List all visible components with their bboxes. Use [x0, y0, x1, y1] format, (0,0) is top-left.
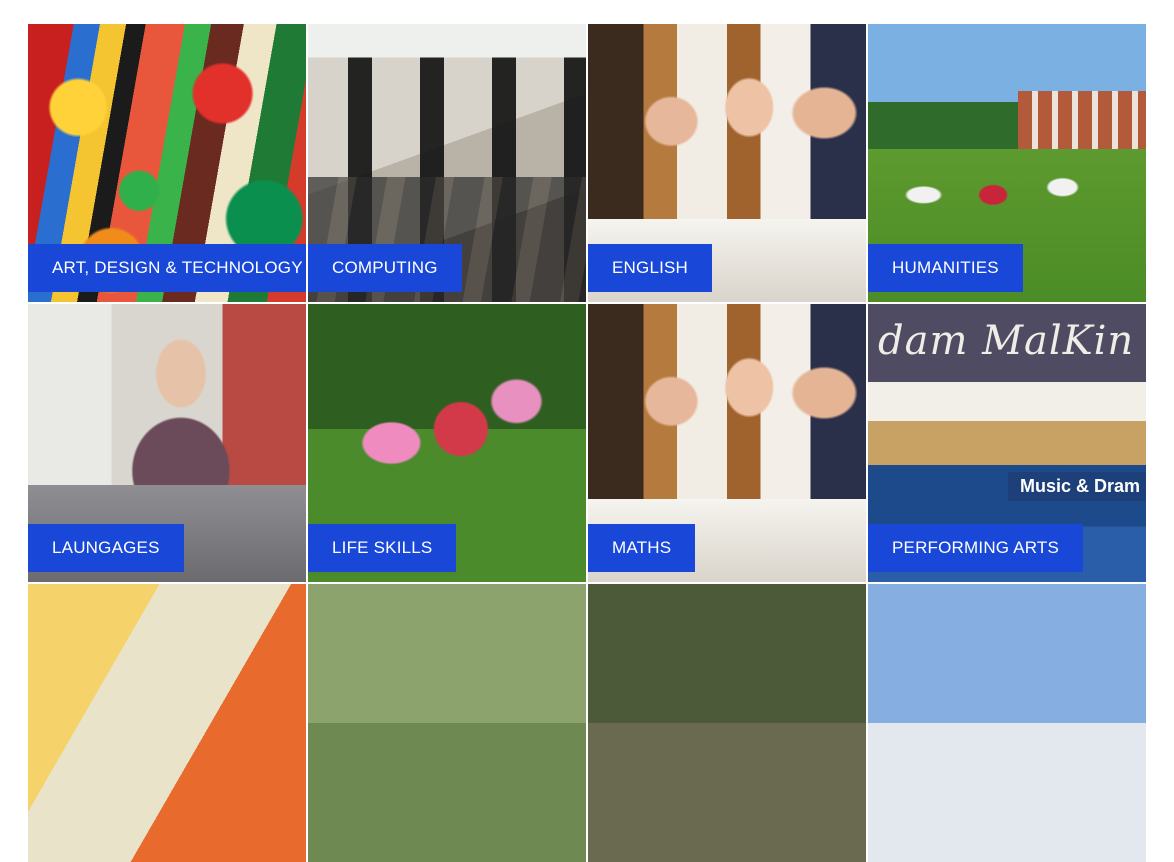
subject-tile-languages[interactable]: LAUNGAGES [28, 304, 306, 582]
photo-banner-text: Music & Dram [1007, 472, 1146, 501]
subject-tile-maths[interactable]: MATHS [588, 304, 866, 582]
subject-label: ENGLISH [588, 244, 713, 292]
subject-tile-computing[interactable]: COMPUTING [308, 24, 586, 302]
subject-label: ART, DESIGN & TECHNOLOGY [28, 244, 306, 292]
subject-tile-art-design-technology[interactable]: ART, DESIGN & TECHNOLOGY [28, 24, 306, 302]
subject-tile-life-skills[interactable]: LIFE SKILLS [308, 304, 586, 582]
subject-tile-partial[interactable] [308, 584, 586, 862]
subject-tile-english[interactable]: ENGLISH [588, 24, 866, 302]
subject-grid: ART, DESIGN & TECHNOLOGY COMPUTING ENGLI… [28, 24, 1146, 862]
subject-tile-partial[interactable] [588, 584, 866, 862]
partial-photo [28, 584, 306, 862]
partial-photo [588, 584, 866, 862]
subject-tile-partial[interactable] [868, 584, 1146, 862]
subject-label: COMPUTING [308, 244, 462, 292]
photo-sign-text: dam MalKin [878, 318, 1135, 364]
subject-tile-partial[interactable] [28, 584, 306, 862]
partial-photo [308, 584, 586, 862]
subject-tile-humanities[interactable]: HUMANITIES [868, 24, 1146, 302]
subject-label: LAUNGAGES [28, 524, 184, 572]
subject-label: HUMANITIES [868, 244, 1023, 292]
subject-tile-performing-arts[interactable]: dam MalKin Music & Dram PERFORMING ARTS [868, 304, 1146, 582]
subject-label: MATHS [588, 524, 696, 572]
partial-photo [868, 584, 1146, 862]
subject-label: LIFE SKILLS [308, 524, 457, 572]
subject-label: PERFORMING ARTS [868, 524, 1084, 572]
